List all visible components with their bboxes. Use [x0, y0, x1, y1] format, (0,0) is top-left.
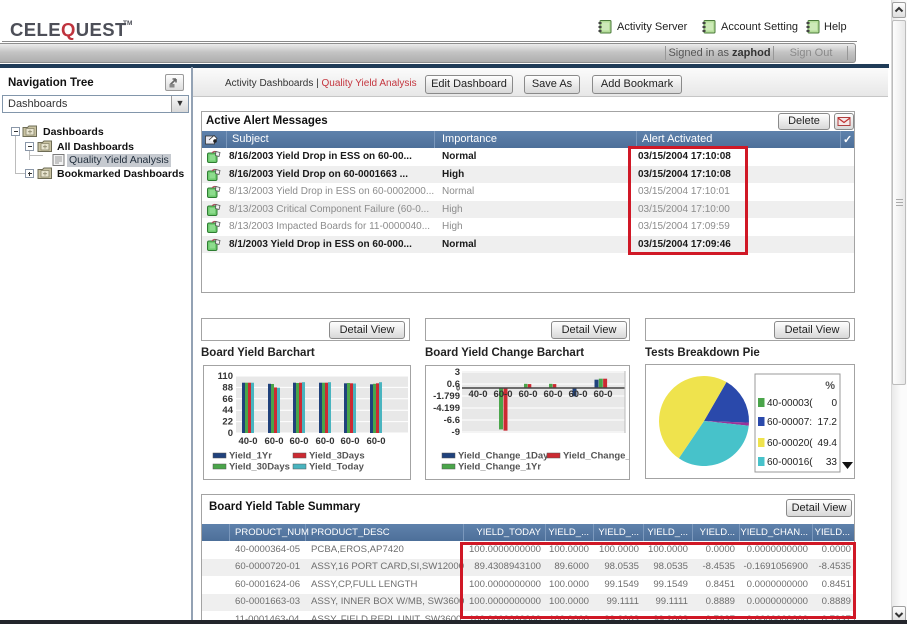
svg-text:-9: -9	[452, 427, 460, 438]
svg-text:Yield_1Yr: Yield_1Yr	[229, 451, 272, 462]
svg-text:40-00003(: 40-00003(	[767, 398, 813, 409]
svg-text:0: 0	[831, 398, 837, 409]
svg-text:-1.799: -1.799	[433, 391, 460, 402]
svg-text:3: 3	[455, 367, 460, 378]
svg-text:60-0: 60-0	[543, 389, 562, 400]
svg-text:60-00020(: 60-00020(	[767, 438, 813, 449]
svg-text:60-0: 60-0	[593, 389, 612, 400]
svg-text:0: 0	[228, 428, 233, 439]
svg-text:40-0: 40-0	[238, 436, 257, 447]
svg-text:88: 88	[222, 382, 233, 393]
svg-text:Yield_Change_1Yr: Yield_Change_1Yr	[458, 462, 541, 473]
svg-text:60-0: 60-0	[289, 436, 308, 447]
svg-text:49.4: 49.4	[818, 438, 838, 449]
svg-text:Yield_30Days: Yield_30Days	[229, 462, 290, 473]
svg-text:%: %	[825, 380, 835, 392]
svg-text:60-0: 60-0	[493, 389, 512, 400]
svg-text:Yield_Today: Yield_Today	[309, 462, 365, 473]
svg-text:44: 44	[222, 405, 233, 416]
svg-text:66: 66	[222, 394, 233, 405]
svg-text:Yield_Change_3D: Yield_Change_3D	[563, 451, 629, 462]
svg-text:0: 0	[456, 386, 460, 393]
svg-text:-6.6: -6.6	[444, 415, 460, 426]
svg-text:60-00016(: 60-00016(	[767, 457, 813, 468]
svg-text:Yield_Change_1Day: Yield_Change_1Day	[458, 451, 549, 462]
svg-text:60-0: 60-0	[315, 436, 334, 447]
svg-text:-4.199: -4.199	[433, 403, 460, 414]
svg-text:110: 110	[218, 371, 233, 382]
svg-text:60-0: 60-0	[568, 389, 587, 400]
svg-text:40-0: 40-0	[468, 389, 487, 400]
svg-text:33: 33	[826, 457, 838, 468]
svg-text:60-00007:: 60-00007:	[767, 417, 812, 428]
svg-text:22: 22	[222, 417, 233, 428]
svg-text:60-0: 60-0	[264, 436, 283, 447]
svg-text:17.2: 17.2	[818, 417, 838, 428]
svg-text:Yield_3Days: Yield_3Days	[309, 451, 365, 462]
svg-text:60-0: 60-0	[366, 436, 385, 447]
svg-text:60-0: 60-0	[518, 389, 537, 400]
svg-text:60-0: 60-0	[340, 436, 359, 447]
